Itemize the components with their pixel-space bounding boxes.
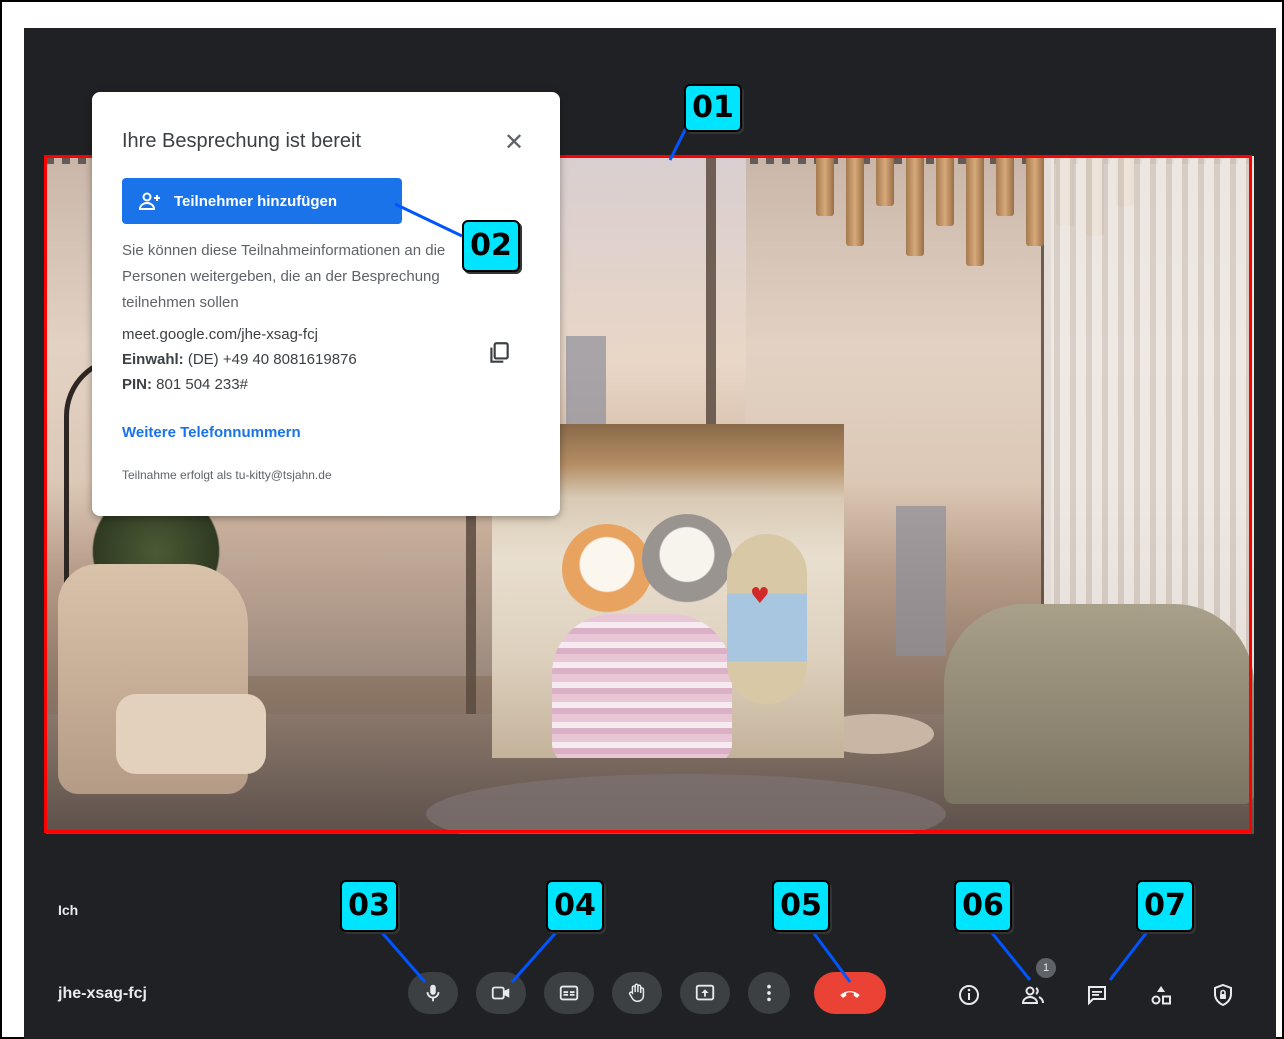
callout-02: 02	[462, 220, 520, 272]
camera-icon	[491, 986, 510, 1000]
host-controls-button[interactable]	[1208, 980, 1238, 1010]
pin-info: PIN: 801 504 233#	[122, 376, 248, 393]
meeting-ready-dialog: Ihre Besprechung ist bereit ✕ Teilnehmer…	[92, 92, 560, 516]
callout-07: 07	[1136, 880, 1194, 932]
people-button[interactable]	[1018, 980, 1048, 1010]
pin-value: 801 504 233#	[156, 376, 248, 393]
activities-icon	[1151, 986, 1171, 1005]
dialin-value: (DE) +49 40 8081619876	[187, 351, 357, 368]
meeting-url: meet.google.com/jhe-xsag-fcj	[122, 326, 318, 343]
callout-04: 04	[546, 880, 604, 932]
info-icon	[959, 985, 979, 1005]
callout-01: 01	[684, 84, 742, 132]
captions-icon	[559, 985, 579, 1001]
callout-05: 05	[772, 880, 830, 932]
close-icon[interactable]: ✕	[500, 128, 528, 156]
more-phone-numbers-link[interactable]: Weitere Telefonnummern	[122, 424, 301, 441]
dialog-description: Sie können diese Teilnahmeinformationen …	[122, 242, 446, 311]
add-person-icon	[138, 192, 160, 210]
host-controls-icon	[1214, 983, 1232, 1007]
meeting-code: jhe-xsag-fcj	[58, 985, 147, 1002]
captions-button[interactable]	[544, 972, 594, 1014]
more-options-icon	[767, 984, 771, 1002]
raise-hand-button[interactable]	[612, 972, 662, 1014]
people-icon	[1021, 986, 1044, 1004]
chat-button[interactable]	[1082, 980, 1112, 1010]
hang-up-icon	[840, 991, 860, 998]
mic-button[interactable]	[408, 972, 458, 1014]
more-options-button[interactable]	[748, 972, 790, 1014]
add-participants-label: Teilnehmer hinzufügen	[174, 192, 338, 210]
hang-up-button[interactable]	[814, 972, 886, 1014]
raise-hand-icon	[628, 983, 645, 1002]
present-screen-button[interactable]	[680, 972, 730, 1014]
joined-as-text: Teilnahme erfolgt als tu-kitty@tsjahn.de	[122, 468, 332, 482]
copy-icon[interactable]	[486, 340, 512, 366]
participant-count-badge: 1	[1036, 958, 1056, 978]
activities-button[interactable]	[1146, 980, 1176, 1010]
callout-03: 03	[340, 880, 398, 932]
dialin-info: Einwahl: (DE) +49 40 8081619876	[122, 351, 357, 368]
dialin-label: Einwahl:	[122, 351, 184, 368]
callout-06: 06	[954, 880, 1012, 932]
chat-icon	[1088, 986, 1106, 1006]
self-label: Ich	[58, 902, 79, 918]
present-screen-icon	[695, 984, 715, 1001]
dialog-title: Ihre Besprechung ist bereit	[122, 130, 362, 152]
camera-button[interactable]	[476, 972, 526, 1014]
mic-icon	[426, 984, 440, 1002]
pin-label: PIN:	[122, 376, 152, 393]
meeting-info-button[interactable]	[954, 980, 984, 1010]
add-participants-button[interactable]: Teilnehmer hinzufügen	[122, 178, 402, 224]
